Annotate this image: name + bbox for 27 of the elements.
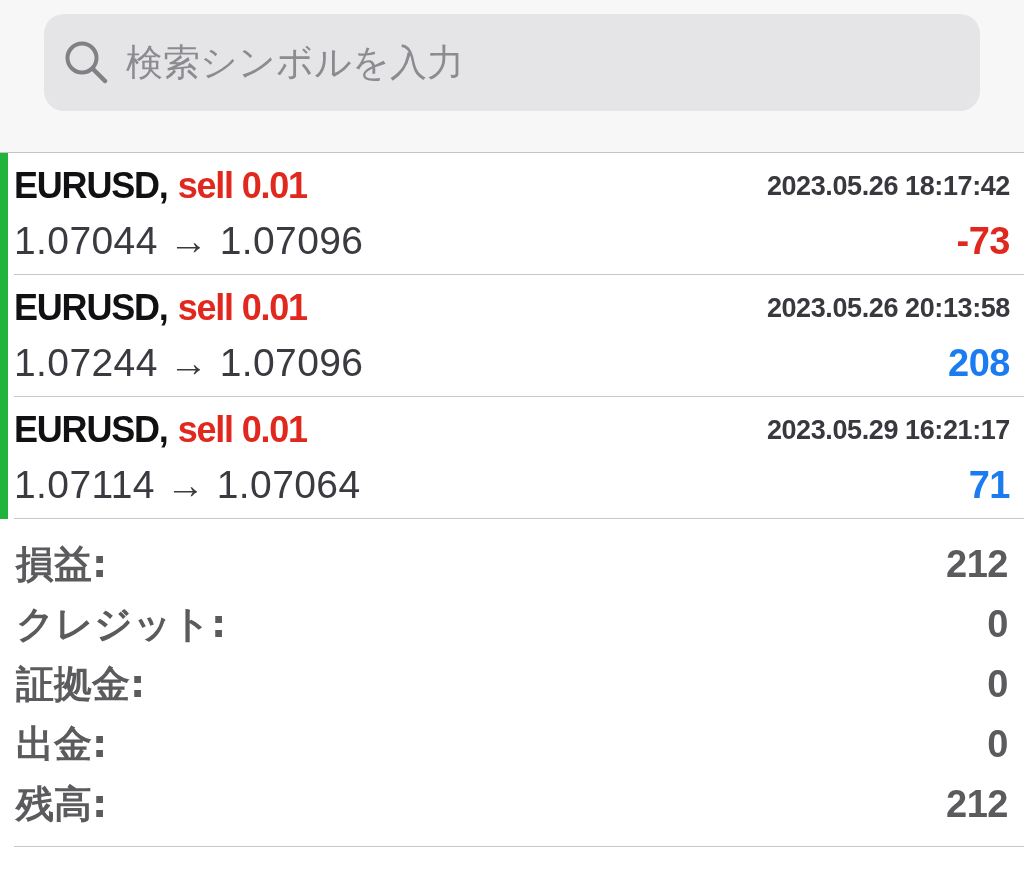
trade-profit: 71 <box>968 464 1010 508</box>
trade-prices: 1.07114 → 1.07064 <box>14 462 361 508</box>
trade-symbol: EURUSD, <box>14 409 168 451</box>
order-type-volume: sell 0.01 <box>177 409 307 451</box>
search-field[interactable]: 検索シンボルを入力 <box>44 14 980 111</box>
trade-prices: 1.07244 → 1.07096 <box>14 340 364 386</box>
summary-label: 残高: <box>16 780 108 828</box>
order-type-volume: sell 0.01 <box>177 287 307 329</box>
summary-label: 証拠金: <box>16 660 146 708</box>
summary-value: 0 <box>987 602 1008 646</box>
trade-prices: 1.07044 → 1.07096 <box>14 218 364 264</box>
trade-symbol: EURUSD, <box>14 165 168 207</box>
trade-time: 2023.05.29 16:21:17 <box>766 413 1010 446</box>
summary-label: 出金: <box>16 720 108 768</box>
trade-profit: 208 <box>948 342 1010 386</box>
summary-label: クレジット: <box>16 600 227 648</box>
summary-value: 0 <box>987 662 1008 706</box>
trade-time: 2023.05.26 18:17:42 <box>766 169 1010 202</box>
trade-time: 2023.05.26 20:13:58 <box>766 291 1010 324</box>
summary-value: 0 <box>987 722 1008 766</box>
trade-profit: -73 <box>956 220 1010 264</box>
summary-label: 損益: <box>16 540 108 588</box>
order-type-volume: sell 0.01 <box>177 165 307 207</box>
summary-value: 212 <box>946 782 1008 826</box>
summary-value: 212 <box>946 542 1008 586</box>
search-icon <box>64 40 108 84</box>
trade-symbol: EURUSD, <box>14 287 168 329</box>
